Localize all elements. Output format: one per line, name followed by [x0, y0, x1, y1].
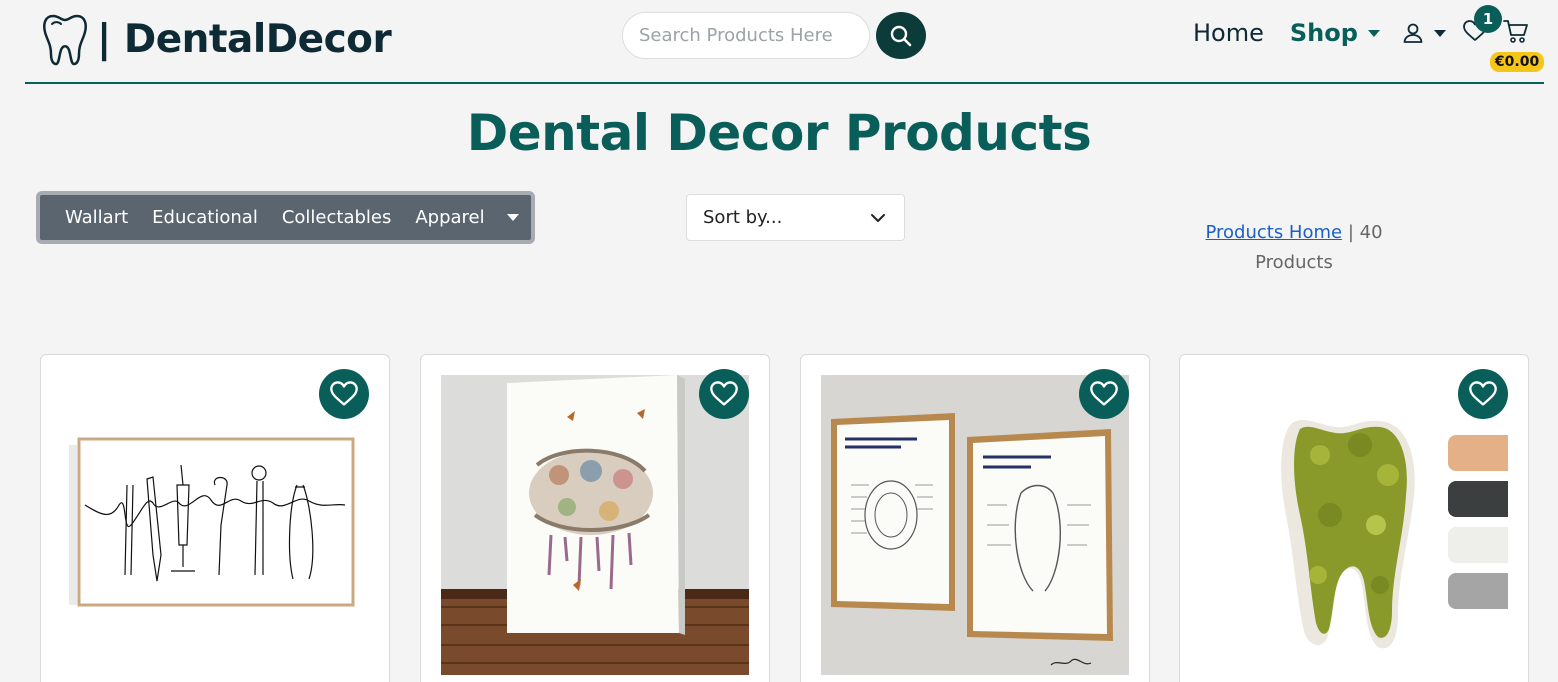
heart-icon: [710, 381, 738, 406]
add-to-wishlist-button[interactable]: [699, 369, 749, 419]
chevron-down-icon: [871, 214, 885, 222]
wishlist-count-badge: 1: [1473, 5, 1502, 33]
search-input[interactable]: [622, 12, 870, 59]
search-icon: [890, 25, 912, 46]
product-image[interactable]: [61, 375, 369, 675]
sort-select[interactable]: Sort by...: [686, 194, 905, 241]
heart-icon: [1090, 381, 1118, 406]
brand-name: | DentalDecor: [97, 16, 392, 62]
swatch-tan[interactable]: [1448, 435, 1508, 471]
sort-select-label: Sort by...: [703, 207, 783, 228]
products-home-link[interactable]: Products Home: [1205, 222, 1342, 243]
category-wallart[interactable]: Wallart: [65, 207, 128, 228]
brand-logo[interactable]: | DentalDecor: [41, 12, 392, 66]
add-to-wishlist-button[interactable]: [319, 369, 369, 419]
color-swatches: [1448, 435, 1508, 619]
cart-button[interactable]: €0.00: [1489, 18, 1545, 72]
swatch-grey[interactable]: [1448, 573, 1508, 609]
heart-icon: [330, 381, 358, 406]
category-educational[interactable]: Educational: [152, 207, 258, 228]
nav-home-link[interactable]: Home: [1193, 19, 1264, 47]
chevron-down-icon: [1367, 29, 1380, 37]
search-bar: [622, 12, 926, 59]
cart-icon: [1503, 20, 1528, 43]
product-card[interactable]: [40, 354, 390, 682]
breadcrumb-separator: |: [1347, 222, 1354, 243]
product-image[interactable]: [441, 375, 749, 675]
product-card[interactable]: [1179, 354, 1529, 682]
main-nav: Home Shop 1 €0.00: [1193, 5, 1545, 72]
swatch-white[interactable]: [1448, 527, 1508, 563]
category-apparel[interactable]: Apparel: [415, 207, 484, 228]
wishlist-button[interactable]: 1: [1462, 5, 1502, 47]
tooth-icon: [43, 14, 87, 66]
user-icon: [1403, 23, 1423, 43]
chevron-down-icon: [1433, 29, 1446, 37]
search-button[interactable]: [876, 12, 926, 59]
category-collectables[interactable]: Collectables: [282, 207, 392, 228]
swatch-dark-grey[interactable]: [1448, 481, 1508, 517]
category-nav: Wallart Educational Collectables Apparel: [36, 191, 535, 244]
heart-icon: [1469, 381, 1497, 406]
cart-total-badge: €0.00: [1489, 52, 1545, 72]
product-image[interactable]: [821, 375, 1129, 675]
site-header: | DentalDecor Home Shop 1: [25, 0, 1545, 84]
add-to-wishlist-button[interactable]: [1079, 369, 1129, 419]
product-card[interactable]: [420, 354, 770, 682]
nav-shop-label: Shop: [1289, 19, 1358, 47]
more-categories-dropdown[interactable]: [506, 214, 519, 221]
page-title: Dental Decor Products: [466, 104, 1092, 162]
user-menu-dropdown[interactable]: [1402, 22, 1446, 44]
add-to-wishlist-button[interactable]: [1458, 369, 1508, 419]
nav-shop-dropdown[interactable]: Shop: [1290, 19, 1380, 47]
breadcrumb: Products Home | 40 Products: [1194, 218, 1394, 278]
product-card[interactable]: [800, 354, 1150, 682]
